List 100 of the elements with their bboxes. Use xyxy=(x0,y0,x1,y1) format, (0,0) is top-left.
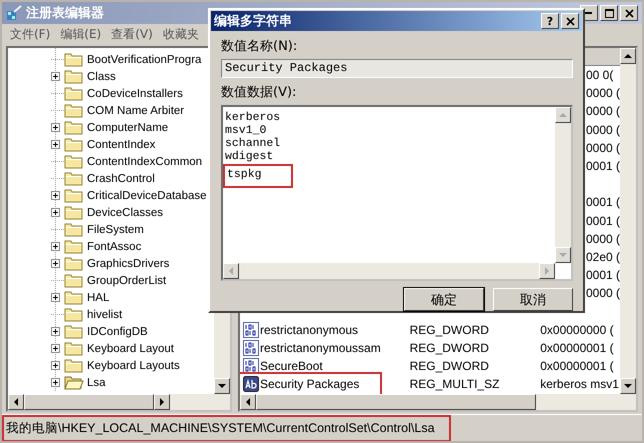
value-data: 0000 ( xyxy=(586,86,620,100)
value-data: 0000 ( xyxy=(586,122,620,137)
data-line: kerberos xyxy=(225,111,280,124)
tree-item[interactable]: CoDeviceInstallers xyxy=(87,88,183,100)
tree-item[interactable]: Keyboard Layout xyxy=(87,342,174,354)
horizontal-scrollbar[interactable] xyxy=(223,263,555,279)
expand-icon[interactable] xyxy=(51,259,60,268)
tree-item[interactable]: CrashControl xyxy=(87,172,155,184)
expand-icon[interactable] xyxy=(51,378,60,387)
expand-icon[interactable] xyxy=(51,208,60,217)
value-name[interactable]: SecureBoot xyxy=(260,359,323,374)
down-arrow-icon xyxy=(218,384,226,388)
value-data: 0001 ( xyxy=(586,159,620,174)
value-data: 0x00000001 ( xyxy=(540,359,615,374)
left-arrow-icon xyxy=(246,398,250,406)
data-line: wdigest xyxy=(225,150,274,163)
value-data: 0001 ( xyxy=(586,214,620,228)
tree-item[interactable]: FileSystem xyxy=(87,224,144,236)
tree-item[interactable]: GraphicsDrivers xyxy=(87,258,170,270)
registry-icon xyxy=(6,5,22,21)
registry-path: 我的电脑\HKEY_LOCAL_MACHINE\SYSTEM\CurrentControlSet\Control\Lsa xyxy=(4,416,449,440)
tree-item[interactable]: ComputerName xyxy=(87,122,168,134)
expand-icon[interactable] xyxy=(51,361,60,370)
value-type: REG_DWORD xyxy=(410,340,490,355)
maximize-button[interactable] xyxy=(600,5,618,21)
right-arrow-icon xyxy=(544,267,550,275)
tree-item[interactable]: Lsa xyxy=(87,376,106,388)
value-data: 02e0 ( xyxy=(586,250,620,264)
value-type: REG_DWORD xyxy=(410,322,490,337)
close-icon xyxy=(624,8,634,18)
value-type: REG_DWORD xyxy=(410,359,490,374)
close-icon xyxy=(566,16,574,26)
tree-item[interactable]: IDConfigDB xyxy=(87,326,148,338)
value-data-field[interactable]: kerberos msv1_0 schannel wdigest tspkg xyxy=(221,105,573,281)
menu-item[interactable]: 收藏夹 xyxy=(162,26,199,42)
tree-item[interactable]: ContentIndexCommon xyxy=(87,156,202,168)
down-arrow-icon xyxy=(624,384,632,388)
left-arrow-icon xyxy=(228,267,234,275)
tree-item[interactable]: BootVerificationProgra xyxy=(87,54,202,66)
minimize-icon xyxy=(585,12,593,14)
expand-icon[interactable] xyxy=(51,140,60,149)
tree-item[interactable]: HAL xyxy=(87,292,110,304)
menu-item[interactable]: 文件(F) xyxy=(10,26,50,42)
horizontal-scrollbar[interactable] xyxy=(240,394,636,410)
tree-item[interactable]: COM Name Arbiter xyxy=(87,104,184,116)
dialog-title: 编辑多字符串 xyxy=(214,12,292,30)
down-arrow-icon xyxy=(559,252,567,258)
help-button[interactable]: ? xyxy=(541,13,559,29)
tree-item[interactable]: DeviceClasses xyxy=(87,206,164,218)
maximize-icon xyxy=(604,8,614,18)
value-data: 0x00000000 ( xyxy=(540,322,615,337)
expand-icon[interactable] xyxy=(51,242,60,251)
value-data: kerberos msv1 xyxy=(540,377,620,392)
field-label: 数值名称(N): xyxy=(221,38,298,56)
close-button[interactable] xyxy=(620,5,638,21)
close-button[interactable] xyxy=(561,13,579,29)
expand-icon[interactable] xyxy=(51,72,60,81)
value-type: REG_MULTI_SZ xyxy=(410,377,500,392)
value-data: 0001 ( xyxy=(586,268,620,282)
right-arrow-icon xyxy=(160,398,164,406)
window-title: 注册表编辑器 xyxy=(26,4,104,22)
tree-item[interactable]: FontAssoc xyxy=(87,240,142,252)
binary-value-icon xyxy=(243,322,259,338)
menu-item[interactable]: 查看(V) xyxy=(111,26,153,42)
horizontal-scrollbar[interactable] xyxy=(8,394,230,410)
up-arrow-icon xyxy=(624,54,632,58)
value-data: 0000 ( xyxy=(586,232,620,246)
binary-value-icon xyxy=(243,358,259,374)
tree-item[interactable]: ContentIndex xyxy=(87,138,156,150)
up-arrow-icon xyxy=(559,112,567,118)
tree-item[interactable]: Class xyxy=(87,70,116,82)
scrollbar[interactable] xyxy=(620,48,636,394)
value-data: 0000 ( xyxy=(586,286,620,300)
value-data: 00 0( xyxy=(586,68,614,82)
left-arrow-icon xyxy=(14,398,18,406)
expand-icon[interactable] xyxy=(51,123,60,132)
ok-button[interactable]: 确定 xyxy=(404,288,484,311)
binary-value-icon xyxy=(243,340,259,356)
cancel-button[interactable]: 取消 xyxy=(493,288,573,311)
value-name[interactable]: Security Packages xyxy=(260,377,360,392)
string-value-icon xyxy=(243,376,259,392)
value-name[interactable]: restrictanonymoussam xyxy=(260,340,381,355)
expand-icon[interactable] xyxy=(51,327,60,336)
value-name-field[interactable]: Security Packages xyxy=(221,59,573,78)
expand-icon[interactable] xyxy=(51,191,60,200)
menu-item[interactable]: 编辑(E) xyxy=(60,26,102,42)
tree-item[interactable]: hivelist xyxy=(87,308,122,320)
expand-icon[interactable] xyxy=(51,293,60,302)
value-data: 0000 ( xyxy=(586,104,620,118)
value-data: 0x00000001 ( xyxy=(540,340,615,355)
value-name[interactable]: restrictanonymous xyxy=(260,322,358,337)
tree-item[interactable]: GroupOrderList xyxy=(87,274,166,286)
data-line: schannel xyxy=(225,137,280,150)
scrollbar[interactable] xyxy=(555,107,571,263)
tree-item[interactable]: Keyboard Layouts xyxy=(87,360,180,372)
tree-item[interactable]: CriticalDeviceDatabase xyxy=(87,190,207,202)
field-label: 数值数据(V): xyxy=(221,84,298,102)
value-data: 0001 ( xyxy=(586,195,620,210)
value-data: 0000 ( xyxy=(586,140,620,155)
expand-icon[interactable] xyxy=(51,344,60,353)
